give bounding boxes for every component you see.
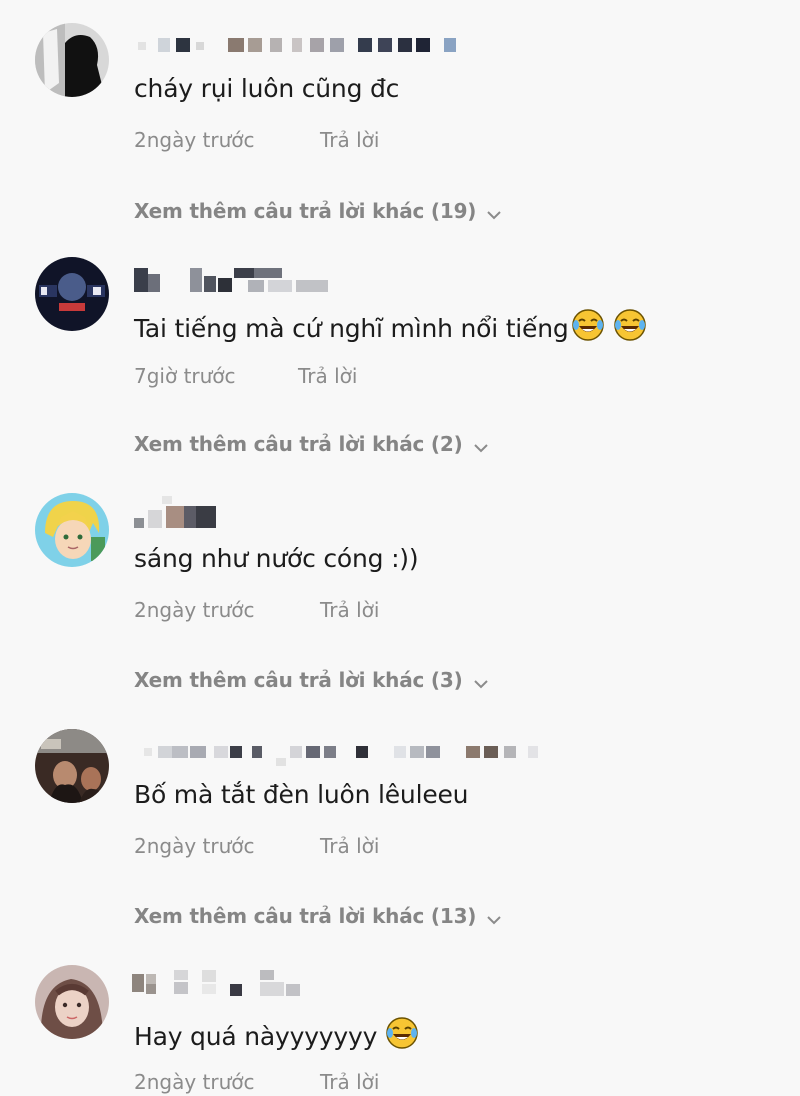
reply-button[interactable]: Trả lời — [298, 364, 357, 388]
comment-text: Hay quá nàyyyyyyy — [134, 1016, 419, 1056]
view-more-replies-button[interactable]: Xem thêm câu trả lời khác (2) — [134, 432, 489, 458]
comment-time: 2ngày trước — [134, 598, 255, 622]
avatar[interactable] — [35, 23, 109, 97]
comment-meta: 2ngày trước Trả lời — [134, 1070, 379, 1094]
comment-text: Bố mà tắt đèn luôn lêuleeu — [134, 780, 469, 809]
comment-time: 7giờ trước — [134, 364, 236, 388]
comment-meta: 7giờ trước Trả lời — [134, 364, 357, 388]
view-more-replies-label: Xem thêm câu trả lời khác (2) — [134, 432, 463, 456]
reply-button[interactable]: Trả lời — [320, 1070, 379, 1094]
view-more-replies-label: Xem thêm câu trả lời khác (3) — [134, 668, 463, 692]
avatar[interactable] — [35, 965, 109, 1039]
view-more-replies-button[interactable]: Xem thêm câu trả lời khác (13) — [134, 904, 502, 930]
chevron-down-icon — [486, 201, 502, 225]
tears-of-joy-emoji-icon — [571, 308, 605, 348]
view-more-replies-button[interactable]: Xem thêm câu trả lời khác (19) — [134, 199, 502, 225]
comment-text: sáng như nước cóng :)) — [134, 544, 419, 573]
view-more-replies-button[interactable]: Xem thêm câu trả lời khác (3) — [134, 668, 489, 694]
comment-text: cháy rụi luôn cũng đc — [134, 74, 400, 103]
view-more-replies-label: Xem thêm câu trả lời khác (13) — [134, 904, 477, 928]
tears-of-joy-emoji-icon — [385, 1016, 419, 1056]
comment-text-body: Tai tiếng mà cứ nghĩ mình nổi tiếng — [134, 314, 569, 343]
blurred-username — [130, 970, 550, 996]
chevron-down-icon — [473, 434, 489, 458]
reply-button[interactable]: Trả lời — [320, 128, 379, 152]
comment-meta: 2ngày trước Trả lời — [134, 598, 379, 622]
chevron-down-icon — [473, 670, 489, 694]
comment-meta: 2ngày trước Trả lời — [134, 128, 379, 152]
reply-button[interactable]: Trả lời — [320, 598, 379, 622]
blurred-username — [130, 268, 550, 292]
reply-button[interactable]: Trả lời — [320, 834, 379, 858]
comment-meta: 2ngày trước Trả lời — [134, 834, 379, 858]
avatar[interactable] — [35, 729, 109, 803]
chevron-down-icon — [486, 906, 502, 930]
avatar[interactable] — [35, 493, 109, 567]
blurred-username — [130, 496, 550, 528]
blurred-username — [130, 744, 550, 768]
blurred-username — [130, 34, 550, 58]
comment-time: 2ngày trước — [134, 834, 255, 858]
comment-time: 2ngày trước — [134, 128, 255, 152]
comment-time: 2ngày trước — [134, 1070, 255, 1094]
tears-of-joy-emoji-icon — [613, 308, 647, 348]
avatar[interactable] — [35, 257, 109, 331]
view-more-replies-label: Xem thêm câu trả lời khác (19) — [134, 199, 477, 223]
comment-text: Tai tiếng mà cứ nghĩ mình nổi tiếng — [134, 308, 647, 348]
comment-text-body: Hay quá nàyyyyyyy — [134, 1022, 378, 1051]
